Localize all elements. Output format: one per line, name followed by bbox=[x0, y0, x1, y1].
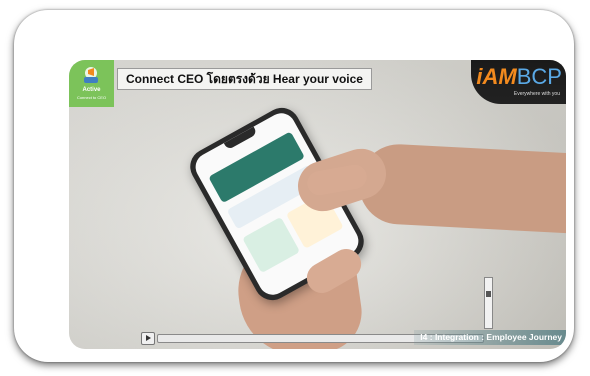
thumbnail-name: Active bbox=[82, 87, 101, 93]
brand-tagline: Everywhere with you bbox=[513, 91, 560, 97]
thumbnail-subtitle: Connect to CEO bbox=[76, 95, 107, 100]
video-player[interactable]: Active Connect to CEO Connect CEO โดยตรง… bbox=[69, 60, 566, 349]
video-title: Connect CEO โดยตรงด้วย Hear your voice bbox=[117, 68, 372, 90]
brand-logo: iAMBCP Everywhere with you bbox=[471, 60, 566, 104]
brand-wordmark: iAMBCP bbox=[476, 64, 562, 89]
channel-thumbnail: Active Connect to CEO bbox=[69, 60, 114, 107]
megaphone-icon bbox=[84, 67, 98, 83]
volume-handle[interactable] bbox=[486, 291, 491, 297]
volume-slider[interactable] bbox=[484, 277, 493, 329]
video-card: Active Connect to CEO Connect CEO โดยตรง… bbox=[14, 10, 574, 362]
chapter-caption: I4 : Integration : Employee Journey bbox=[414, 330, 566, 345]
right-arm bbox=[357, 142, 566, 234]
video-controls: I4 : Integration : Employee Journey bbox=[69, 277, 566, 349]
play-button[interactable] bbox=[141, 332, 155, 345]
